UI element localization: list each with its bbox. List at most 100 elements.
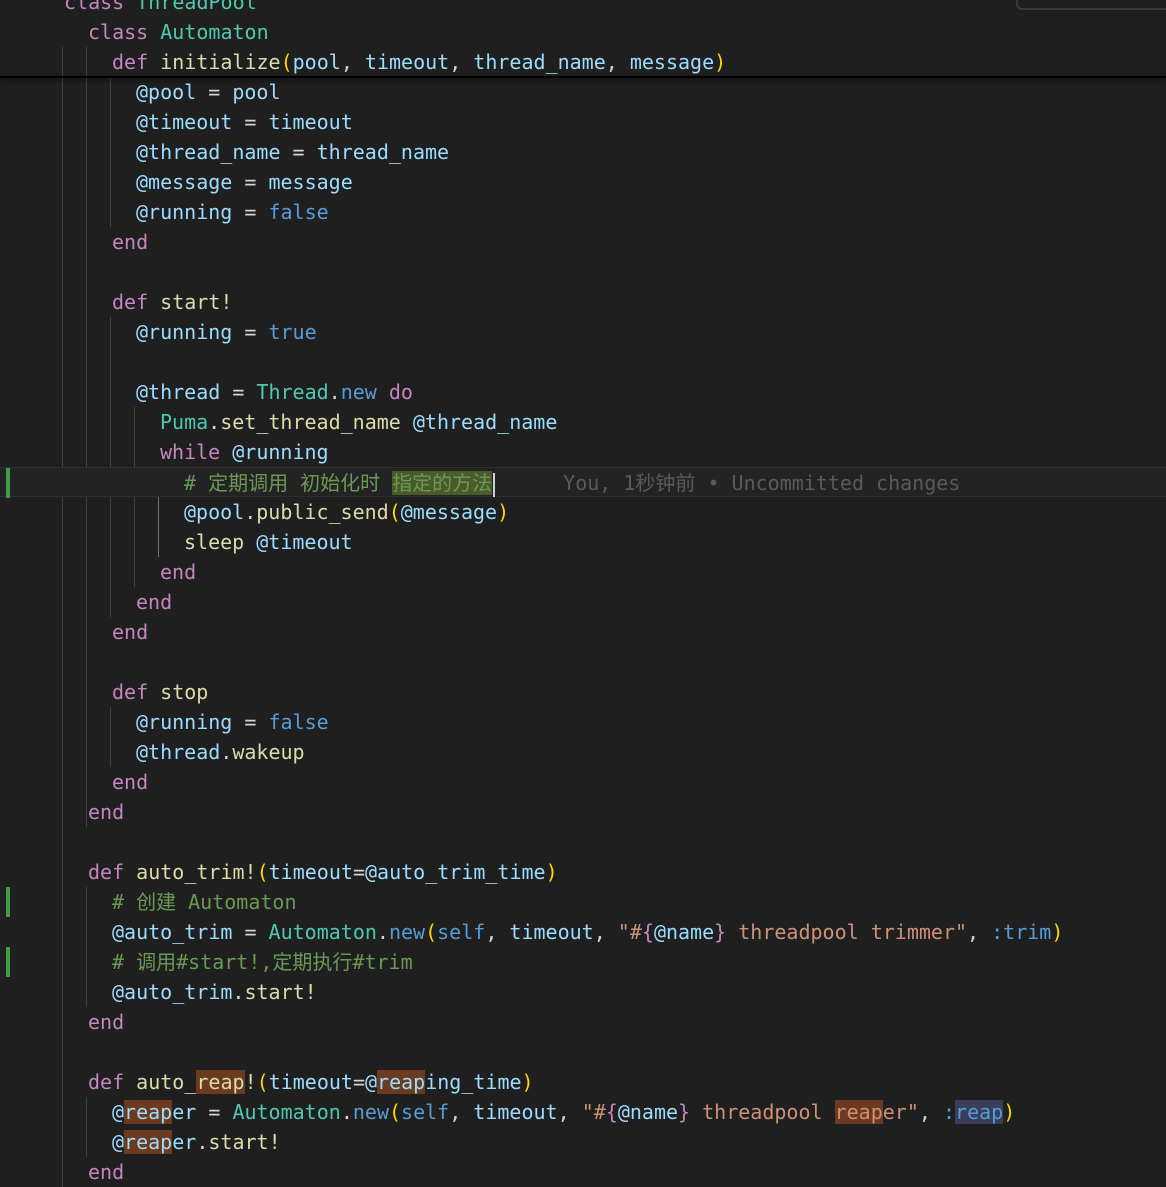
code-token: threadpool trimmer" <box>726 920 968 944</box>
code-token: @thread_name <box>136 140 281 164</box>
line-content: end <box>88 1007 124 1037</box>
line-content: @pool.public_send(@message) <box>184 497 509 527</box>
code-token: ! <box>244 1070 257 1094</box>
git-change-marker[interactable] <box>6 947 10 977</box>
line-content: # 创建 Automaton <box>112 887 297 917</box>
code-token: = <box>352 1070 365 1094</box>
code-token: self <box>437 920 486 944</box>
code-line[interactable]: def initialize(pool, timeout, thread_nam… <box>0 47 1166 77</box>
code-line[interactable]: @pool = pool <box>0 77 1166 107</box>
code-token: , <box>449 1100 474 1124</box>
code-token: } <box>714 920 727 944</box>
code-line[interactable]: sleep @timeout <box>0 527 1166 557</box>
code-token: @thread <box>136 380 221 404</box>
line-content: @auto_trim = Automaton.new(self, timeout… <box>112 917 1063 947</box>
code-line[interactable]: end <box>0 1157 1166 1187</box>
code-line[interactable]: @auto_trim = Automaton.new(self, timeout… <box>0 917 1166 947</box>
code-token: def <box>112 290 161 314</box>
code-line[interactable]: # 创建 Automaton <box>0 887 1166 917</box>
code-token: . <box>196 1130 209 1154</box>
code-line[interactable]: def stop <box>0 677 1166 707</box>
code-line[interactable] <box>0 1037 1166 1067</box>
code-line[interactable]: @thread = Thread.new do <box>0 377 1166 407</box>
code-token: def <box>112 50 161 74</box>
code-line[interactable]: end <box>0 227 1166 257</box>
line-content: end <box>112 617 148 647</box>
code-token: new <box>352 1100 389 1124</box>
code-token: = <box>232 110 269 134</box>
line-content: def start! <box>112 287 232 317</box>
code-line[interactable]: @running = false <box>0 197 1166 227</box>
code-line[interactable]: end <box>0 557 1166 587</box>
code-token: public_send <box>256 500 389 524</box>
line-content: end <box>160 557 196 587</box>
line-content: @thread_name = thread_name <box>136 137 449 167</box>
code-token: # 创建 Automaton <box>112 890 297 914</box>
code-line[interactable]: def start! <box>0 287 1166 317</box>
sticky-scroll-divider <box>0 76 1166 78</box>
code-line[interactable]: # 定期调用 初始化时 指定的方法 You, 1秒钟前 • Uncommitted… <box>0 467 1166 498</box>
line-content: end <box>88 797 124 827</box>
code-line[interactable]: end <box>0 617 1166 647</box>
code-token: ) <box>1003 1100 1016 1124</box>
code-token: , <box>557 1100 582 1124</box>
code-token: timeout <box>268 110 353 134</box>
code-line[interactable] <box>0 647 1166 677</box>
code-token: . <box>208 410 221 434</box>
code-token: @auto_trim_time <box>364 860 546 884</box>
code-token: ) <box>521 1070 534 1094</box>
code-line[interactable]: @running = false <box>0 707 1166 737</box>
line-content: class ThreadPool <box>64 0 257 17</box>
code-line[interactable]: end <box>0 1007 1166 1037</box>
code-line[interactable]: @thread.wakeup <box>0 737 1166 767</box>
code-token: @timeout <box>136 110 233 134</box>
code-line[interactable]: class Automaton <box>0 17 1166 47</box>
code-token: . <box>328 380 341 404</box>
git-change-marker[interactable] <box>6 468 10 498</box>
code-line[interactable]: end <box>0 797 1166 827</box>
code-token: = <box>232 320 269 344</box>
minimap-slider[interactable] <box>1016 0 1166 10</box>
code-token: = <box>280 140 317 164</box>
code-token: = <box>232 710 269 734</box>
code-token: { <box>605 1100 618 1124</box>
code-token: class <box>88 20 161 44</box>
code-token: reap <box>124 1100 173 1124</box>
code-line[interactable]: @timeout = timeout <box>0 107 1166 137</box>
code-line[interactable]: @auto_trim.start! <box>0 977 1166 1007</box>
code-line[interactable]: def auto_trim!(timeout=@auto_trim_time) <box>0 857 1166 887</box>
code-token: def <box>88 860 137 884</box>
code-line[interactable]: def auto_reap!(timeout=@reaping_time) <box>0 1067 1166 1097</box>
code-token: ThreadPool <box>136 0 257 14</box>
code-editor[interactable]: class ThreadPool class Automaton def initi… <box>0 0 1166 1187</box>
code-token: @ <box>112 1130 125 1154</box>
code-token: = <box>220 380 257 404</box>
line-content: def auto_reap!(timeout=@reaping_time) <box>88 1067 534 1097</box>
code-token: Automaton <box>268 920 377 944</box>
code-line[interactable]: @message = message <box>0 167 1166 197</box>
code-line[interactable]: @running = true <box>0 317 1166 347</box>
code-line[interactable]: end <box>0 587 1166 617</box>
code-line[interactable] <box>0 257 1166 287</box>
code-line[interactable]: @reaper.start! <box>0 1127 1166 1157</box>
code-line[interactable]: @thread_name = thread_name <box>0 137 1166 167</box>
code-token: end <box>88 1010 125 1034</box>
code-line[interactable]: @pool.public_send(@message) <box>0 497 1166 527</box>
code-token: reap <box>196 1070 245 1094</box>
code-token: ) <box>497 500 510 524</box>
code-token: end <box>160 560 197 584</box>
code-line[interactable]: @reaper = Automaton.new(self, timeout, "… <box>0 1097 1166 1127</box>
code-line[interactable] <box>0 347 1166 377</box>
code-line[interactable]: # 调用#start!,定期执行#trim <box>0 947 1166 977</box>
code-token: end <box>112 770 149 794</box>
git-change-marker[interactable] <box>6 887 10 917</box>
code-token: er <box>172 1130 197 1154</box>
code-line[interactable] <box>0 827 1166 857</box>
code-token: new <box>388 920 426 944</box>
code-line[interactable]: end <box>0 767 1166 797</box>
code-line[interactable]: while @running <box>0 437 1166 467</box>
code-token: , <box>605 50 630 74</box>
code-line[interactable]: class ThreadPool <box>0 0 1166 17</box>
code-line[interactable]: Puma.set_thread_name @thread_name <box>0 407 1166 437</box>
code-token: initialize <box>160 50 281 74</box>
